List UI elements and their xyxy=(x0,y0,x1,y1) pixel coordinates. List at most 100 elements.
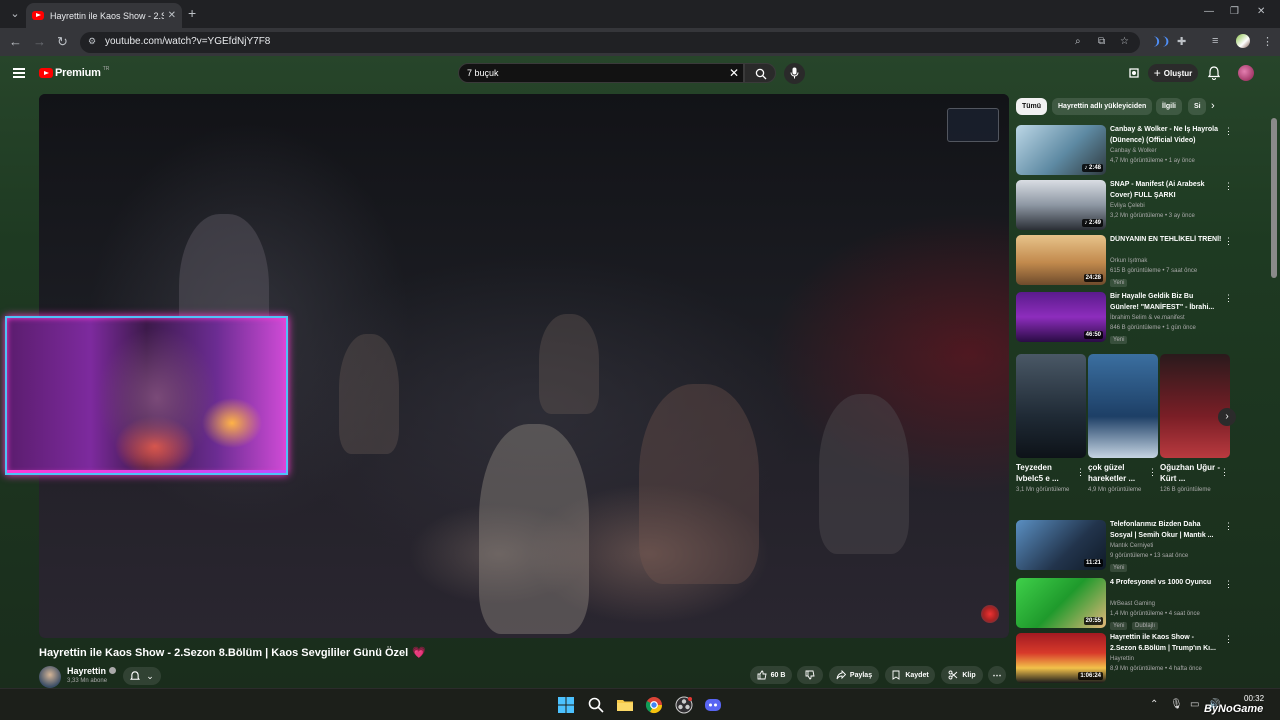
more-options-icon[interactable]: ⋮ xyxy=(1224,521,1233,531)
recommendation-item[interactable]: 20:55 4 Profesyonel vs 1000 Oyuncu MrBea… xyxy=(1016,578,1236,632)
recommendation-item[interactable]: 1:06:24 Hayrettin ile Kaos Show - 2.Sezo… xyxy=(1016,633,1236,685)
recommendation-channel[interactable]: Evliya Çelebi xyxy=(1110,203,1145,209)
search-icon[interactable] xyxy=(587,696,605,714)
create-button[interactable]: + Oluştur xyxy=(1148,64,1198,82)
youtube-logo[interactable]: Premium TR xyxy=(39,66,109,79)
media-control-icon[interactable]: ≡ xyxy=(1212,35,1218,47)
recommendation-channel[interactable]: Canbay & Wolker xyxy=(1110,148,1157,154)
voice-search-button[interactable] xyxy=(784,63,805,84)
clear-search-icon[interactable]: ✕ xyxy=(729,66,739,80)
obs-icon[interactable] xyxy=(675,696,693,714)
short-thumbnail[interactable] xyxy=(1088,354,1158,458)
bookmark-star-icon[interactable]: ☆ xyxy=(1120,36,1129,47)
dislike-button[interactable] xyxy=(797,666,823,684)
chips-next-icon[interactable]: › xyxy=(1211,100,1215,112)
short-title[interactable]: Oğuzhan Uğur - Kürt ... xyxy=(1160,462,1220,484)
browser-tab[interactable]: Hayrettin ile Kaos Show - 2.Sezon 8.Bölü… xyxy=(26,3,182,28)
back-icon[interactable]: ← xyxy=(9,34,22,50)
recommendation-item[interactable]: ♪ 2:49 SNAP - Manifest (Ai Arabesk Cover… xyxy=(1016,180,1236,232)
menu-icon[interactable] xyxy=(13,68,25,78)
minimize-icon[interactable]: — xyxy=(1204,6,1214,17)
new-tab-button[interactable]: + xyxy=(188,5,196,21)
recommendation-title[interactable]: Bir Hayalle Geldik Biz Bu Günlere! "MANİ… xyxy=(1110,292,1222,313)
microphone-tray-icon[interactable]: 🎙 xyxy=(1170,699,1183,710)
share-button[interactable]: Paylaş xyxy=(829,666,879,684)
close-window-icon[interactable]: ✕ xyxy=(1257,6,1265,17)
reload-icon[interactable]: ↻ xyxy=(57,34,68,50)
recommendation-item[interactable]: ♪ 2:48 Canbay & Wolker - Ne İş Hayrola (… xyxy=(1016,125,1236,177)
short-item[interactable]: Teyzeden Ivbelc5 e ... 3,1 Mn görüntülem… xyxy=(1016,354,1086,495)
like-button[interactable]: 60 B xyxy=(750,666,792,684)
more-options-icon[interactable]: ⋮ xyxy=(1224,293,1233,303)
video-thumbnail[interactable]: ♪ 2:49 xyxy=(1016,180,1106,230)
chip-related[interactable]: İlgili xyxy=(1156,98,1182,115)
channel-avatar[interactable] xyxy=(39,666,61,688)
notifications-bell-icon[interactable] xyxy=(1208,66,1220,80)
shorts-next-icon[interactable]: › xyxy=(1218,408,1236,426)
site-info-icon[interactable]: ⚙ xyxy=(88,36,100,48)
account-avatar[interactable] xyxy=(1238,65,1254,81)
channel-name[interactable]: Hayrettin xyxy=(67,666,117,676)
more-actions-icon[interactable]: ⋯ xyxy=(988,666,1006,684)
discord-icon[interactable] xyxy=(704,696,722,714)
zoom-icon[interactable]: ⌕ xyxy=(1075,36,1081,47)
video-thumbnail[interactable]: 1:06:24 xyxy=(1016,633,1106,683)
recommendation-item[interactable]: 24:28 DÜNYANIN EN TEHLİKELİ TRENİ! Orkun… xyxy=(1016,235,1236,291)
more-options-icon[interactable]: ⋮ xyxy=(1220,467,1229,478)
more-options-icon[interactable]: ⋮ xyxy=(1224,181,1233,191)
file-explorer-icon[interactable] xyxy=(616,696,634,714)
channel-name-text[interactable]: Hayrettin xyxy=(67,666,106,676)
create-studio-icon[interactable] xyxy=(1128,67,1140,79)
recommendation-title[interactable]: Canbay & Wolker - Ne İş Hayrola (Dünence… xyxy=(1110,125,1222,146)
search-button[interactable] xyxy=(744,63,776,83)
subscription-bell-button[interactable]: ⌄ xyxy=(123,667,161,685)
more-options-icon[interactable]: ⋮ xyxy=(1224,236,1233,246)
network-icon[interactable]: ▭ xyxy=(1190,699,1199,710)
forward-icon[interactable]: → xyxy=(33,34,46,50)
chip-more[interactable]: Si xyxy=(1188,98,1206,115)
recommendation-title[interactable]: DÜNYANIN EN TEHLİKELİ TRENİ! xyxy=(1110,235,1222,246)
short-item[interactable]: Oğuzhan Uğur - Kürt ... 126 B görüntülem… xyxy=(1160,354,1230,495)
chrome-menu-icon[interactable]: ⋮ xyxy=(1262,35,1273,48)
chip-from-uploader[interactable]: Hayrettin adlı yükleyiciden xyxy=(1052,98,1153,115)
recommendation-channel[interactable]: Hayrettin xyxy=(1110,656,1134,662)
install-app-icon[interactable]: ⧉ xyxy=(1098,36,1105,47)
short-title[interactable]: çok güzel hareketler ... xyxy=(1088,462,1148,484)
search-input[interactable]: 7 buçuk ✕ xyxy=(458,63,744,83)
clock-time[interactable]: 00:32 xyxy=(1244,694,1264,703)
more-options-icon[interactable]: ⋮ xyxy=(1224,634,1233,644)
page-scrollbar[interactable] xyxy=(1271,118,1277,278)
clip-button[interactable]: Klip xyxy=(941,666,983,684)
video-thumbnail[interactable]: 11:21 xyxy=(1016,520,1106,570)
maximize-icon[interactable]: ❐ xyxy=(1230,6,1239,17)
windows-start-icon[interactable] xyxy=(557,696,575,714)
recommendation-title[interactable]: Hayrettin ile Kaos Show - 2.Sezon 6.Bölü… xyxy=(1110,633,1222,654)
recommendation-channel[interactable]: MrBeast Gaming xyxy=(1110,601,1155,607)
tab-search-icon[interactable]: ⌄ xyxy=(6,5,24,23)
chrome-icon[interactable] xyxy=(645,696,663,714)
recommendation-title[interactable]: Telefonlarımız Bizden Daha Sosyal | Semi… xyxy=(1110,520,1222,541)
short-thumbnail[interactable] xyxy=(1016,354,1086,458)
branding-badge-icon[interactable] xyxy=(981,605,999,623)
recommendation-title[interactable]: 4 Profesyonel vs 1000 Oyuncu xyxy=(1110,578,1222,589)
extensions-puzzle-icon[interactable]: ✚ xyxy=(1177,35,1186,48)
short-title[interactable]: Teyzeden Ivbelc5 e ... xyxy=(1016,462,1076,484)
recommendation-item[interactable]: 11:21 Telefonlarımız Bizden Daha Sosyal … xyxy=(1016,520,1236,574)
recommendation-item[interactable]: 46:50 Bir Hayalle Geldik Biz Bu Günlere!… xyxy=(1016,292,1236,348)
more-options-icon[interactable]: ⋮ xyxy=(1224,126,1233,136)
short-item[interactable]: çok güzel hareketler ... 4,9 Mn görüntül… xyxy=(1088,354,1158,495)
url-text[interactable]: youtube.com/watch?v=YGEfdNjY7F8 xyxy=(105,36,270,47)
video-thumbnail[interactable]: 20:55 xyxy=(1016,578,1106,628)
short-thumbnail[interactable] xyxy=(1160,354,1230,458)
recommendation-channel[interactable]: Orkun Işıtmak xyxy=(1110,258,1147,264)
tab-close-icon[interactable]: ✕ xyxy=(168,10,176,21)
tray-overflow-icon[interactable]: ⌃ xyxy=(1150,699,1158,710)
video-thumbnail[interactable]: ♪ 2:48 xyxy=(1016,125,1106,175)
extension-icon[interactable]: ❩❩ xyxy=(1152,35,1170,48)
address-bar[interactable]: ⚙ youtube.com/watch?v=YGEfdNjY7F8 ⌕ ⧉ ☆ xyxy=(80,32,1140,53)
recommendation-channel[interactable]: İbrahim Selim & ve.manifest xyxy=(1110,315,1185,321)
more-options-icon[interactable]: ⋮ xyxy=(1148,467,1157,478)
more-options-icon[interactable]: ⋮ xyxy=(1076,467,1085,478)
recommendation-channel[interactable]: Mantık Cerniyeti xyxy=(1110,543,1153,549)
video-thumbnail[interactable]: 24:28 xyxy=(1016,235,1106,285)
